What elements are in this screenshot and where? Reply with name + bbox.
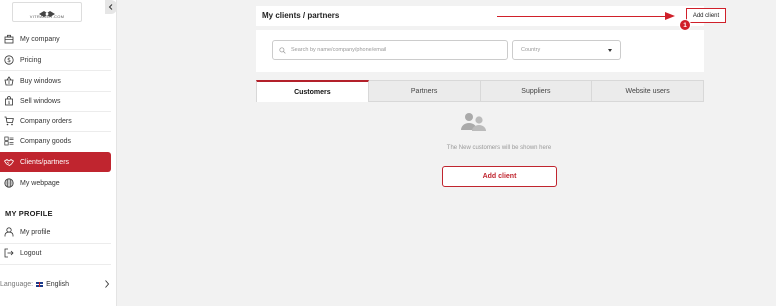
annotation-arrow-line [497, 16, 671, 17]
basket-icon [4, 76, 14, 86]
language-label: Language: [0, 280, 34, 288]
sidebar-item-sell-windows[interactable]: $ Sell windows [0, 91, 111, 111]
language-selector[interactable]: Language: English [0, 277, 111, 291]
sidebar-item-company-goods[interactable]: Company goods [0, 131, 111, 151]
empty-state-message: The New customers will be shown here [446, 145, 552, 151]
caret-down-icon [608, 48, 612, 52]
country-select[interactable]: Country [512, 40, 621, 60]
divider [0, 264, 111, 265]
briefcase-icon [4, 34, 14, 44]
sidebar-item-label: Buy windows [20, 77, 61, 85]
sidebar-item-logout[interactable]: Logout [0, 243, 111, 263]
header-add-client-button[interactable]: Add client [686, 8, 726, 23]
sidebar-item-label: Company orders [20, 117, 72, 125]
chevron-right-icon [103, 277, 111, 291]
sidebar-item-label: My webpage [20, 179, 60, 187]
tab-partners[interactable]: Partners [368, 80, 481, 102]
user-icon [4, 227, 14, 237]
tab-suppliers[interactable]: Suppliers [480, 80, 593, 102]
search-icon [279, 46, 286, 54]
chevron-left-icon [108, 4, 113, 10]
sidebar-item-label: My company [20, 35, 60, 43]
sidebar-item-clients-partners[interactable]: Clients/partners [0, 152, 111, 172]
sidebar: VITRAGER.COM My company $ Pricing Buy wi… [0, 0, 117, 306]
add-client-button[interactable]: Add client [442, 166, 557, 187]
sidebar-item-my-webpage[interactable]: My webpage [0, 173, 111, 193]
logout-icon [4, 248, 14, 258]
sidebar-item-buy-windows[interactable]: Buy windows [0, 71, 111, 91]
sidebar-item-label: Pricing [20, 56, 42, 64]
filter-panel: Search by name/company/phone/email Count… [256, 30, 704, 72]
country-placeholder: Country [521, 47, 541, 53]
logo[interactable]: VITRAGER.COM [12, 2, 82, 22]
handshake-icon [4, 157, 14, 167]
sidebar-item-label: My profile [20, 228, 51, 236]
sidebar-item-label: Company goods [20, 137, 71, 145]
dollar-circle-icon: $ [4, 55, 14, 65]
users-group-icon [460, 112, 488, 132]
bag-icon: $ [4, 96, 14, 106]
language-value: English [46, 280, 70, 288]
annotation-arrow-head [665, 12, 675, 20]
tab-customers[interactable]: Customers [256, 80, 369, 102]
svg-text:$: $ [7, 57, 11, 64]
cart-icon [4, 116, 14, 126]
search-input[interactable]: Search by name/company/phone/email [272, 40, 508, 60]
search-placeholder: Search by name/company/phone/email [291, 47, 387, 53]
globe-icon [4, 178, 14, 188]
uk-flag-icon [36, 281, 44, 287]
tab-website-users[interactable]: Website users [592, 80, 704, 102]
sidebar-item-my-company[interactable]: My company [0, 29, 111, 49]
tab-bar: Customers Partners Suppliers Website use… [256, 80, 704, 102]
page-header: My clients / partners Add client 1 [256, 6, 726, 31]
page-title: My clients / partners [262, 11, 340, 20]
profile-section-title: MY PROFILE [5, 209, 53, 218]
goods-list-icon [4, 136, 14, 146]
sidebar-item-company-orders[interactable]: Company orders [0, 111, 111, 131]
sidebar-item-label: Logout [20, 249, 42, 257]
sidebar-item-pricing[interactable]: $ Pricing [0, 50, 111, 70]
sidebar-item-label: Clients/partners [20, 158, 70, 166]
logo-mark-icon [38, 5, 56, 17]
collapse-sidebar-button[interactable] [105, 0, 117, 14]
sidebar-item-my-profile[interactable]: My profile [0, 222, 111, 242]
sidebar-item-label: Sell windows [20, 97, 61, 105]
svg-text:$: $ [8, 100, 11, 105]
